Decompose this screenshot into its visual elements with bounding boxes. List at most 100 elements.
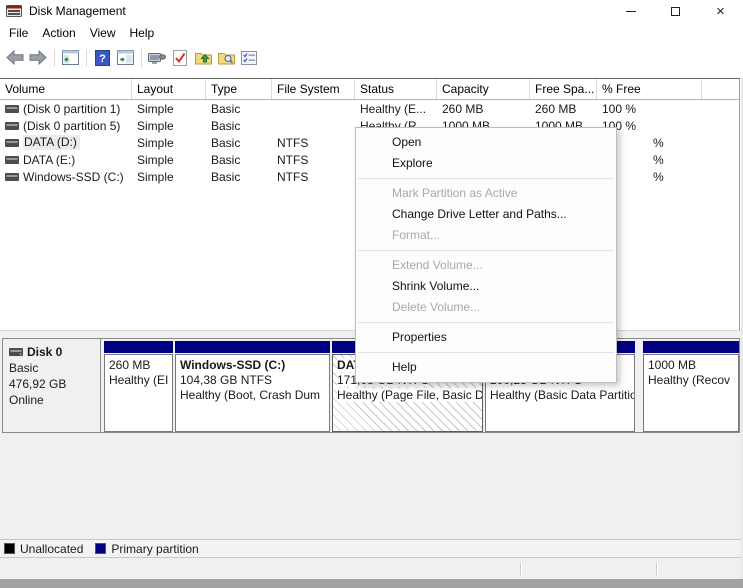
menu-item-properties[interactable]: Properties — [356, 327, 616, 348]
close-button[interactable]: × — [698, 0, 743, 22]
menu-item-change-drive-letter[interactable]: Change Drive Letter and Paths... — [356, 204, 616, 225]
cell-type: Basic — [211, 169, 241, 184]
menu-view[interactable]: View — [83, 23, 123, 43]
menu-separator — [358, 250, 614, 251]
cell-file-system: NTFS — [277, 135, 309, 150]
cell-layout: Simple — [137, 135, 174, 150]
minimize-button[interactable] — [608, 0, 653, 22]
disk-0-label[interactable]: Disk 0 Basic 476,92 GB Online — [3, 339, 101, 432]
column-header-status[interactable]: Status — [355, 79, 437, 99]
partition-capacity: 260 MB — [109, 358, 151, 372]
menu-item-help[interactable]: Help — [356, 357, 616, 378]
volume-name: DATA (D:) — [23, 135, 80, 150]
cell-layout: Simple — [137, 101, 174, 116]
partition-status: Healthy (EI — [109, 373, 169, 387]
primary-partition-bar — [643, 341, 739, 353]
cell-type: Basic — [211, 101, 241, 116]
menu-bar: File Action View Help — [0, 22, 743, 44]
menu-separator — [358, 178, 614, 179]
column-header-capacity[interactable]: Capacity — [437, 79, 530, 99]
cell-layout: Simple — [137, 118, 174, 133]
status-bar-separator — [656, 562, 657, 577]
table-row[interactable]: (Disk 0 partition 1) Simple Basic Health… — [0, 100, 739, 117]
window-title: Disk Management — [29, 4, 126, 18]
menu-item-extend-volume: Extend Volume... — [392, 258, 483, 272]
title-bar: Disk Management × — [0, 0, 743, 22]
help-icon[interactable]: ? — [91, 47, 113, 68]
partition-status: Healthy (Recov — [648, 373, 731, 387]
partition-windows-ssd[interactable]: Windows-SSD (C:) 104,38 GB NTFS Healthy … — [175, 341, 330, 432]
column-header-file-system[interactable]: File System — [272, 79, 355, 99]
disk-management-window: Disk Management × File Action View Help … — [0, 0, 743, 588]
back-arrow-icon[interactable] — [4, 47, 26, 68]
unallocated-legend-swatch — [4, 543, 15, 554]
cell-file-system: NTFS — [277, 152, 309, 167]
volume-icon — [5, 172, 19, 181]
toolbar-separator — [54, 48, 55, 67]
cell-file-system: NTFS — [277, 169, 309, 184]
maximize-icon — [671, 6, 680, 16]
close-icon: × — [716, 2, 725, 20]
volume-name: (Disk 0 partition 5) — [23, 118, 121, 133]
cell-capacity: 260 MB — [442, 101, 484, 116]
disk-name: Disk 0 — [27, 345, 63, 359]
volume-icon — [5, 155, 19, 164]
list-header: Volume Layout Type File System Status Ca… — [0, 79, 739, 100]
primary-partition-legend-swatch — [95, 543, 107, 554]
cell-status: Healthy (E... — [360, 101, 427, 116]
partition-status: Healthy (Basic Data Partitio — [490, 388, 635, 402]
folder-up-icon[interactable] — [192, 47, 214, 68]
minimize-icon — [625, 10, 636, 12]
column-header-pct-free[interactable]: % Free — [597, 79, 702, 99]
cell-type: Basic — [211, 152, 241, 167]
column-header-volume[interactable]: Volume — [0, 79, 132, 99]
column-header-layout[interactable]: Layout — [132, 79, 206, 99]
app-icon — [6, 5, 22, 17]
forward-arrow-icon[interactable] — [27, 47, 49, 68]
disk-type: Basic — [9, 361, 39, 375]
menu-help[interactable]: Help — [123, 23, 162, 43]
partition-capacity: 104,38 GB NTFS — [180, 373, 273, 387]
disk-status: Online — [9, 393, 44, 407]
menu-separator — [358, 322, 614, 323]
window-bottom-edge — [0, 579, 743, 588]
volume-icon — [5, 138, 19, 147]
context-menu: Open Explore Mark Partition as Active Ch… — [355, 127, 617, 383]
column-header-blank — [702, 79, 738, 99]
cell-layout: Simple — [137, 169, 174, 184]
column-header-type[interactable]: Type — [206, 79, 272, 99]
menu-item-open[interactable]: Open — [356, 132, 616, 153]
maximize-button[interactable] — [653, 0, 698, 22]
volume-icon — [5, 104, 19, 113]
computer-popup-icon[interactable] — [146, 47, 168, 68]
menu-separator — [358, 352, 614, 353]
menu-item-explore[interactable]: Explore — [356, 153, 616, 174]
volume-name: (Disk 0 partition 1) — [23, 101, 121, 116]
checklist-icon[interactable] — [238, 47, 260, 68]
partition-name: Windows-SSD (C:) — [180, 358, 286, 372]
primary-partition-bar — [175, 341, 330, 353]
cell-free-space: 260 MB — [535, 101, 577, 116]
menu-item-delete-volume: Delete Volume... — [392, 300, 481, 314]
partition-capacity: 1000 MB — [648, 358, 697, 372]
console-tree-icon[interactable] — [59, 47, 81, 68]
volume-name: Windows-SSD (C:) — [23, 169, 124, 184]
cell-pct-free: 100 % — [602, 101, 637, 116]
menu-action[interactable]: Action — [35, 23, 82, 43]
menu-file[interactable]: File — [2, 23, 35, 43]
menu-item-shrink-volume[interactable]: Shrink Volume... — [356, 276, 616, 297]
partition-status: Healthy (Boot, Crash Dum — [180, 388, 321, 402]
menu-item-mark-partition-active: Mark Partition as Active — [392, 186, 518, 200]
volume-name: DATA (E:) — [23, 152, 76, 167]
folder-search-icon[interactable] — [215, 47, 237, 68]
volume-icon — [5, 121, 19, 130]
partition-efi[interactable]: 260 MB Healthy (EI — [104, 341, 173, 432]
partition-recovery[interactable]: 1000 MB Healthy (Recov — [643, 341, 739, 432]
primary-partition-legend-label: Primary partition — [111, 541, 199, 556]
toolbar-separator — [86, 48, 87, 67]
disk-icon — [9, 348, 23, 356]
primary-partition-bar — [104, 341, 173, 353]
task-check-icon[interactable] — [169, 47, 191, 68]
action-pane-icon[interactable] — [114, 47, 136, 68]
column-header-free-space[interactable]: Free Spa... — [530, 79, 597, 99]
